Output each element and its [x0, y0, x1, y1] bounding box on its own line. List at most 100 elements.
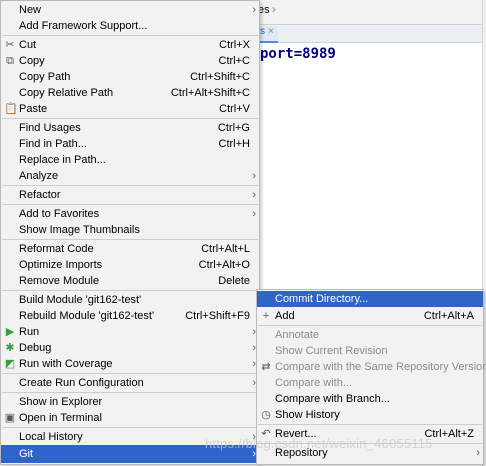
submenu-item-repository[interactable]: Repository › [257, 445, 483, 461]
menu-item-label: Analyze [19, 170, 59, 182]
menu-item-cut[interactable]: ✂ Cut Ctrl+X [1, 37, 259, 53]
menu-separator [2, 392, 258, 393]
menu-item-shortcut: Ctrl+Alt+O [198, 259, 250, 271]
copy-icon: ⧉ [6, 55, 14, 67]
editor-tab[interactable]: s × [258, 26, 278, 43]
bug-icon: ✱ [5, 342, 15, 354]
menu-item-label: Add Framework Support... [19, 20, 148, 32]
submenu-arrow-icon: › [252, 208, 256, 220]
menu-item-shortcut: Ctrl+V [219, 103, 250, 115]
menu-item-label: Show History [275, 409, 340, 421]
menu-item-add-to-favorites[interactable]: Add to Favorites › [1, 206, 259, 222]
menu-separator [2, 185, 258, 186]
terminal-icon: ▣ [4, 412, 16, 424]
menu-item-local-history[interactable]: Local History › [1, 429, 259, 445]
menu-item-shortcut: Ctrl+H [218, 138, 250, 150]
menu-item-copy-relative-path[interactable]: Copy Relative Path Ctrl+Alt+Shift+C [1, 85, 259, 101]
menu-separator [2, 118, 258, 119]
menu-item-show-in-explorer[interactable]: Show in Explorer [1, 394, 259, 410]
editor-tab-bar [258, 25, 486, 43]
submenu-arrow-icon: › [252, 189, 256, 201]
menu-item-label: Find Usages [19, 122, 81, 134]
menu-item-label: Show Image Thumbnails [19, 224, 140, 236]
menu-item-label: Compare with... [275, 377, 353, 389]
menu-item-new[interactable]: New › [1, 2, 259, 18]
menu-item-label: Annotate [275, 329, 320, 341]
menu-item-label: Create Run Configuration [19, 377, 144, 389]
submenu-item-compare-with-branch[interactable]: Compare with Branch... [257, 391, 483, 407]
menu-separator [2, 290, 258, 291]
menu-item-copy-path[interactable]: Copy Path Ctrl+Shift+C [1, 69, 259, 85]
menu-item-shortcut: Ctrl+Alt+Z [424, 428, 474, 440]
editor-tab-label: s [260, 26, 265, 37]
menu-item-shortcut: Ctrl+Alt+Shift+C [170, 87, 250, 99]
submenu-item-commit-directory[interactable]: Commit Directory... [257, 291, 483, 307]
menu-item-label: Reformat Code [19, 243, 94, 255]
submenu-arrow-icon: › [252, 170, 256, 182]
menu-item-rebuild-module[interactable]: Rebuild Module 'git162-test' Ctrl+Shift+… [1, 308, 259, 324]
menu-separator [2, 204, 258, 205]
menu-item-label: Debug [19, 342, 52, 354]
context-menu: New › Add Framework Support... ✂ Cut Ctr… [0, 0, 260, 465]
menu-item-label: Run with Coverage [19, 358, 113, 370]
menu-item-shortcut: Ctrl+Shift+C [190, 71, 250, 83]
code-line[interactable]: port=8989 [260, 46, 336, 62]
menu-item-open-in-terminal[interactable]: ▣ Open in Terminal [1, 410, 259, 426]
menu-item-shortcut: Ctrl+X [219, 39, 250, 51]
submenu-item-show-current-revision[interactable]: Show Current Revision [257, 343, 483, 359]
menu-item-build-module[interactable]: Build Module 'git162-test' [1, 292, 259, 308]
compare-arrows-icon: ⇄ [261, 361, 271, 373]
submenu-item-annotate[interactable]: Annotate [257, 327, 483, 343]
menu-item-show-image-thumbnails[interactable]: Show Image Thumbnails [1, 222, 259, 238]
menu-separator [2, 35, 258, 36]
menu-item-copy[interactable]: ⧉ Copy Ctrl+C [1, 53, 259, 69]
submenu-arrow-icon: › [476, 447, 480, 459]
menu-item-label: Git [19, 448, 34, 460]
menu-separator [258, 424, 482, 425]
menu-separator [258, 325, 482, 326]
menu-item-label: New [19, 4, 42, 16]
menu-item-label: Optimize Imports [19, 259, 103, 271]
menu-item-label: Compare with Branch... [275, 393, 390, 405]
menu-item-label: Commit Directory... [275, 293, 369, 305]
submenu-item-add[interactable]: + Add Ctrl+Alt+A [257, 308, 483, 324]
menu-item-label: Copy Relative Path [19, 87, 114, 99]
menu-item-add-framework-support[interactable]: Add Framework Support... [1, 18, 259, 34]
menu-item-optimize-imports[interactable]: Optimize Imports Ctrl+Alt+O [1, 257, 259, 273]
menu-item-find-in-path[interactable]: Find in Path... Ctrl+H [1, 136, 259, 152]
play-icon: ▶ [5, 326, 15, 338]
menu-item-run-with-coverage[interactable]: ◩ Run with Coverage › [1, 356, 259, 372]
menu-item-shortcut: Ctrl+G [217, 122, 250, 134]
menu-item-shortcut: Ctrl+Alt+L [201, 243, 250, 255]
menu-item-debug[interactable]: ✱ Debug › [1, 340, 259, 356]
submenu-item-show-history[interactable]: ◷ Show History [257, 407, 483, 423]
menu-item-git[interactable]: Git › [1, 445, 259, 463]
menu-item-label: Replace in Path... [19, 154, 106, 166]
plus-icon: + [262, 310, 270, 322]
menu-separator [2, 239, 258, 240]
menu-item-analyze[interactable]: Analyze › [1, 168, 259, 184]
submenu-item-revert[interactable]: ↶ Revert... Ctrl+Alt+Z [257, 426, 483, 442]
menu-item-create-run-configuration[interactable]: Create Run Configuration › [1, 375, 259, 391]
menu-item-replace-in-path[interactable]: Replace in Path... [1, 152, 259, 168]
menu-item-find-usages[interactable]: Find Usages Ctrl+G [1, 120, 259, 136]
menu-separator [2, 427, 258, 428]
breadcrumb-bar [258, 0, 486, 25]
menu-separator [258, 443, 482, 444]
submenu-item-compare-with[interactable]: Compare with... [257, 375, 483, 391]
menu-item-label: Local History [19, 431, 83, 443]
menu-item-paste[interactable]: 📋 Paste Ctrl+V [1, 101, 259, 117]
menu-item-label: Cut [19, 39, 37, 51]
menu-item-shortcut: Ctrl+Alt+A [423, 310, 474, 322]
menu-item-reformat-code[interactable]: Reformat Code Ctrl+Alt+L [1, 241, 259, 257]
menu-item-label: Show in Explorer [19, 396, 103, 408]
menu-item-refactor[interactable]: Refactor › [1, 187, 259, 203]
close-icon[interactable]: × [268, 26, 274, 37]
submenu-item-compare-same-repo[interactable]: ⇄ Compare with the Same Repository Versi… [257, 359, 486, 375]
menu-item-shortcut: Delete [218, 275, 250, 287]
menu-item-run[interactable]: ▶ Run › [1, 324, 259, 340]
menu-item-label: Revert... [275, 428, 317, 440]
menu-item-remove-module[interactable]: Remove Module Delete [1, 273, 259, 289]
menu-item-label: Remove Module [19, 275, 100, 287]
menu-separator [2, 373, 258, 374]
